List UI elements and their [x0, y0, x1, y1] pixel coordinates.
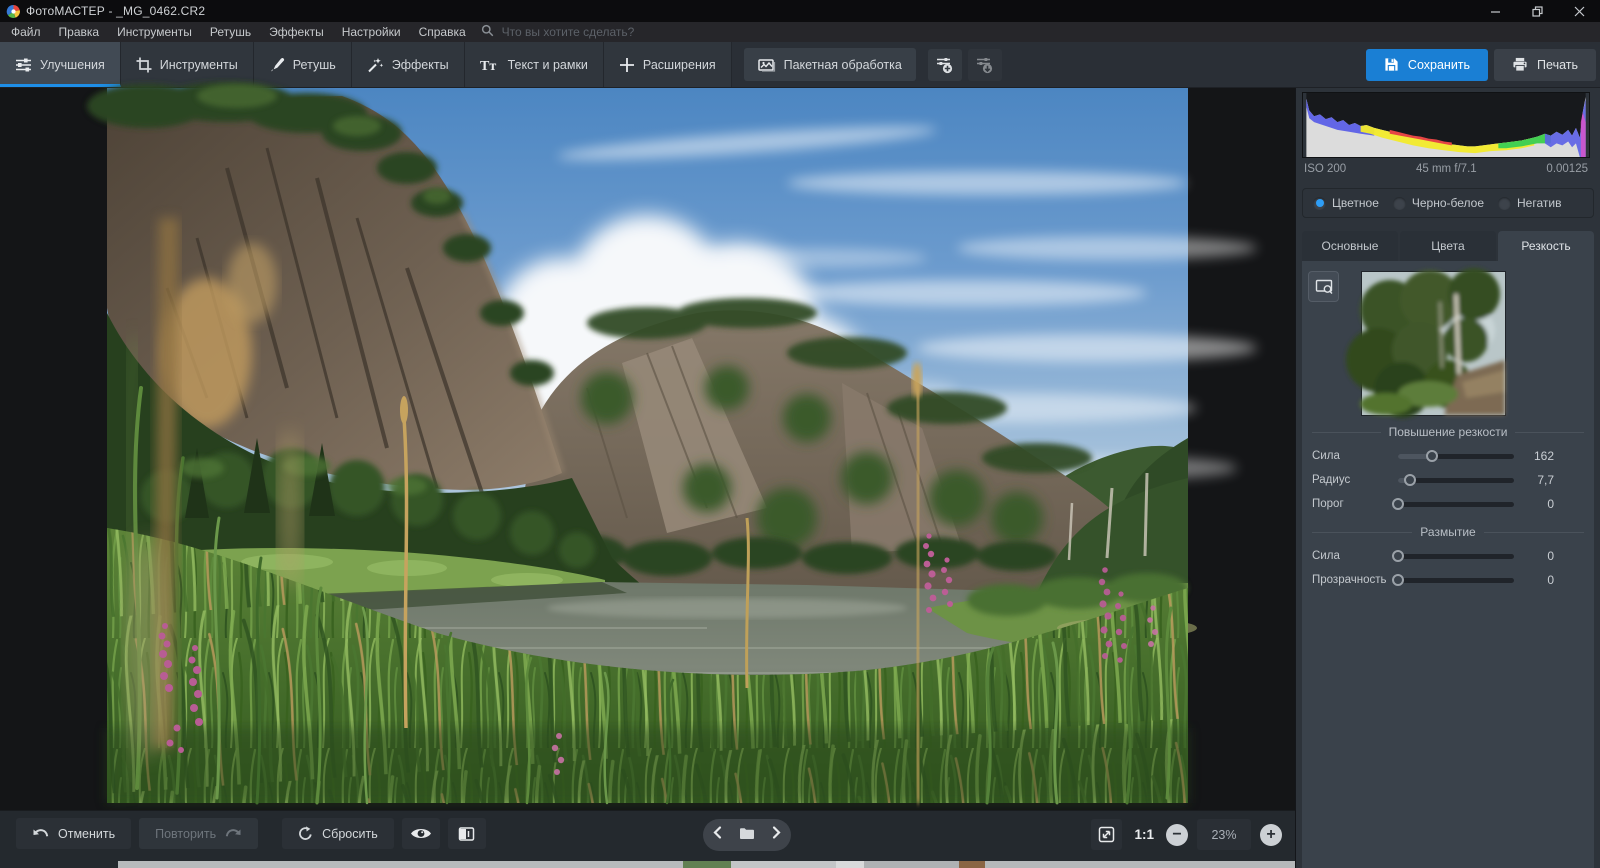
slider-row-blur-strength: Сила 0 [1312, 549, 1554, 563]
search-icon [481, 24, 494, 40]
strength-slider[interactable] [1398, 449, 1514, 462]
threshold-slider[interactable] [1392, 497, 1514, 510]
redo-button[interactable]: Повторить [139, 818, 259, 849]
open-folder-button[interactable] [738, 826, 756, 845]
next-photo-button[interactable] [772, 826, 781, 844]
blur-section-header: Размытие [1312, 525, 1584, 539]
exif-lens: 45 mm f/7.1 [1415, 163, 1477, 175]
tab-retouch[interactable]: Ретушь [253, 42, 352, 87]
plus-icon [619, 57, 634, 72]
slider-row-strength: Сила 162 [1312, 449, 1554, 463]
undo-button[interactable]: Отменить [16, 818, 132, 849]
photo-image [87, 82, 1257, 805]
print-button[interactable]: Печать [1494, 48, 1596, 81]
tab-extensions[interactable]: Расширения [603, 42, 732, 87]
menu-item-effects[interactable]: Эффекты [260, 22, 333, 42]
tab-effects[interactable]: Эффекты [351, 42, 465, 87]
export-preset-button[interactable] [967, 48, 1002, 81]
eye-icon [410, 829, 431, 838]
search-input[interactable] [499, 24, 680, 40]
zoom-level[interactable]: 23% [1197, 819, 1251, 850]
histogram [1302, 92, 1590, 158]
magic-wand-icon [368, 57, 383, 72]
menu-item-settings[interactable]: Настройки [333, 22, 410, 42]
preview-zoom-button[interactable] [1308, 271, 1339, 302]
color-mode-group: Цветное Черно-белое Негатив [1302, 188, 1594, 218]
slider-row-opacity: Прозрачность 0 [1312, 573, 1554, 587]
add-preset-button[interactable] [927, 48, 962, 81]
redo-icon [225, 828, 241, 836]
tab-colors[interactable]: Цвета [1400, 231, 1496, 261]
exif-iso: ISO 200 [1304, 163, 1347, 175]
radio-selected-icon [1313, 196, 1326, 210]
text-icon: Tт [480, 59, 496, 74]
actual-size-button[interactable]: 1:1 [1131, 827, 1157, 842]
save-icon [1385, 58, 1398, 71]
batch-photos-icon [757, 58, 775, 72]
restore-button[interactable] [1516, 0, 1558, 22]
save-button[interactable]: Сохранить [1365, 48, 1489, 81]
tab-tools[interactable]: Инструменты [120, 42, 254, 87]
tab-sharpness[interactable]: Резкость [1498, 231, 1594, 261]
slider-row-threshold: Порог 0 [1312, 497, 1554, 511]
title-bar: ФотоМАСТЕР - _MG_0462.CR2 [0, 0, 1600, 22]
filmstrip-edge[interactable] [118, 861, 1295, 868]
blur-strength-slider[interactable] [1392, 549, 1514, 562]
crop-icon [136, 57, 152, 72]
exif-exposure: 0.00125 [1546, 163, 1588, 175]
menu-item-tools[interactable]: Инструменты [108, 22, 201, 42]
menu-item-retouch[interactable]: Ретушь [201, 22, 260, 42]
opacity-slider[interactable] [1392, 573, 1514, 586]
menu-item-file[interactable]: Файл [2, 22, 50, 42]
radio-icon [1392, 196, 1406, 210]
radius-slider[interactable] [1398, 473, 1514, 486]
batch-processing-button[interactable]: Пакетная обработка [743, 48, 916, 81]
menu-item-help[interactable]: Справка [410, 22, 475, 42]
radio-icon [1498, 196, 1512, 210]
panel-tabs: Основные Цвета Резкость [1302, 231, 1594, 261]
photomaster-window: ФотоМАСТЕР - _MG_0462.CR2 Файл Правка Ин… [0, 0, 1600, 868]
fit-screen-button[interactable] [1091, 819, 1123, 850]
printer-icon [1513, 57, 1527, 72]
menu-bar: Файл Правка Инструменты Ретушь Эффекты Н… [0, 22, 1600, 42]
close-button[interactable] [1558, 0, 1600, 22]
tab-enhancements[interactable]: Улучшения [0, 42, 121, 87]
preset-add-icon [937, 57, 953, 73]
mode-black-white[interactable]: Черно-белое [1392, 196, 1484, 210]
reset-icon [299, 826, 312, 840]
tab-text-frames[interactable]: Tт Текст и рамки [464, 42, 604, 87]
zoom-out-button[interactable]: − [1166, 823, 1188, 846]
zoom-in-button[interactable]: + [1260, 823, 1282, 846]
mode-negative[interactable]: Негатив [1498, 196, 1561, 210]
sliders-icon [16, 58, 31, 71]
bottom-bar: Отменить Повторить Сбросить 1:1 − 23% + [0, 810, 1295, 868]
sharpen-section-header: Повышение резкости [1312, 425, 1584, 439]
reset-button[interactable]: Сбросить [282, 818, 394, 849]
app-logo-icon [6, 4, 20, 18]
show-original-button[interactable] [401, 818, 440, 849]
file-navigator [703, 819, 791, 851]
main-toolbar: Улучшения Инструменты Ретушь Эффекты Tт … [0, 42, 1600, 88]
minimize-button[interactable] [1474, 0, 1516, 22]
preset-download-icon [977, 57, 993, 73]
editor-canvas [0, 82, 1295, 810]
compare-split-icon [458, 826, 475, 841]
menu-item-edit[interactable]: Правка [50, 22, 109, 42]
undo-icon [33, 828, 49, 836]
tab-basic[interactable]: Основные [1302, 231, 1398, 261]
mode-color[interactable]: Цветное [1313, 196, 1379, 210]
brush-icon [270, 57, 284, 71]
svg-text:Tт: Tт [480, 59, 496, 74]
sharpness-preview-thumbnail[interactable] [1346, 268, 1506, 418]
sharpness-panel: Повышение резкости Сила 162 Радиус 7,7 П… [1302, 261, 1594, 868]
window-title: ФотоМАСТЕР - _MG_0462.CR2 [26, 4, 206, 18]
before-after-button[interactable] [447, 818, 486, 849]
right-panel: ISO 200 45 mm f/7.1 0.00125 Цветное Черн… [1295, 88, 1600, 868]
prev-photo-button[interactable] [713, 826, 722, 844]
slider-row-radius: Радиус 7,7 [1312, 473, 1554, 487]
